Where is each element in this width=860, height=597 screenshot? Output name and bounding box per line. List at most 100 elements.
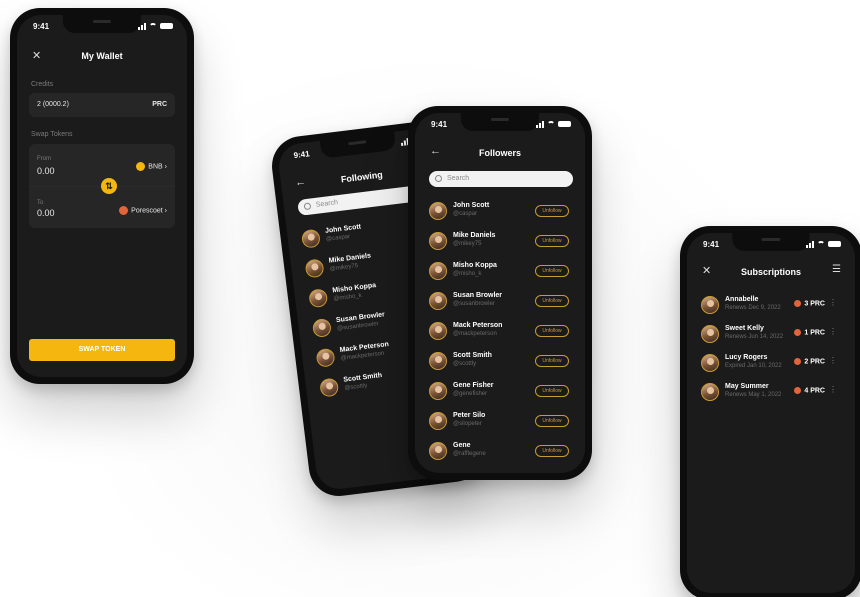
subscription-amount: 3 PRC xyxy=(794,300,825,307)
subscriptions-phone: 9:41 ✕ Subscriptions ☰ Annabelle Renews D… xyxy=(680,226,860,597)
renewal-note: Renews Dec 9, 2022 xyxy=(725,305,781,311)
subscriber-name: Sweet Kelly xyxy=(725,325,764,332)
unfollow-button[interactable]: Unfollow xyxy=(535,325,569,337)
avatar xyxy=(701,296,719,314)
credits-label: Credits xyxy=(31,81,54,88)
from-label: From xyxy=(37,156,51,162)
avatar xyxy=(429,382,447,400)
list-item: Mack Peterson @mackpeterson Unfollow xyxy=(429,319,573,345)
status-time: 9:41 xyxy=(431,119,448,129)
avatar xyxy=(429,262,447,280)
search-placeholder: Search xyxy=(315,199,339,209)
credits-currency: PRC xyxy=(152,101,167,108)
swap-direction-button[interactable]: ⇅ xyxy=(101,178,117,194)
to-token: Porescoet xyxy=(131,207,163,215)
user-handle: @mikey75 xyxy=(453,241,482,247)
list-item: Peter Silo @silopeter Unfollow xyxy=(429,409,573,435)
list-item[interactable]: Lucy Rogers Expired Jan 10, 2022 2 PRC ⋮ xyxy=(701,351,843,377)
avatar xyxy=(429,292,447,310)
from-token-selector[interactable]: BNB › xyxy=(136,162,167,171)
user-name: Susan Browler xyxy=(453,292,503,299)
subscription-amount: 4 PRC xyxy=(794,387,825,394)
avatar xyxy=(300,228,321,249)
unfollow-button[interactable]: Unfollow xyxy=(535,205,569,217)
list-item[interactable]: Annabelle Renews Dec 9, 2022 3 PRC ⋮ xyxy=(701,293,843,319)
from-amount[interactable]: 0.00 xyxy=(37,166,55,176)
renewal-note: Renews May 1, 2022 xyxy=(725,392,782,398)
avatar xyxy=(311,317,332,339)
amount-text: 2 PRC xyxy=(804,358,825,366)
user-name: Scott Smith xyxy=(453,352,492,359)
unfollow-button[interactable]: Unfollow xyxy=(535,295,569,307)
unfollow-button[interactable]: Unfollow xyxy=(535,355,569,367)
list-item: Gene @rafflegene Unfollow xyxy=(429,439,573,465)
credits-value: 2 (0000.2) xyxy=(37,101,69,108)
search-placeholder: Search xyxy=(447,175,470,182)
credits-card: 2 (0000.2) PRC xyxy=(29,93,175,117)
list-item: Misho Koppa @misho_k Unfollow xyxy=(429,259,573,285)
list-item: Susan Browler @susanbrowler Unfollow xyxy=(429,289,573,315)
expired-note: Expired Jan 10, 2022 xyxy=(725,363,782,369)
wallet-title: My Wallet xyxy=(81,51,123,61)
swap-token-button[interactable]: SWAP TOKEN xyxy=(29,339,175,361)
unfollow-button[interactable]: Unfollow xyxy=(535,385,569,397)
avatar xyxy=(429,232,447,250)
avatar xyxy=(429,412,447,430)
token-coin-icon xyxy=(119,206,129,215)
user-handle: @caspar xyxy=(325,233,351,243)
to-token-selector[interactable]: Porescoet › xyxy=(119,206,167,215)
status-bar: 9:41 xyxy=(703,239,841,249)
to-amount[interactable]: 0.00 xyxy=(37,208,55,218)
unfollow-button[interactable]: Unfollow xyxy=(535,445,569,457)
wifi-icon xyxy=(149,23,157,29)
user-handle: @misho_k xyxy=(453,271,482,277)
search-icon xyxy=(435,175,442,182)
subscriber-name: Lucy Rogers xyxy=(725,354,768,361)
avatar xyxy=(429,322,447,340)
list-item[interactable]: May Summer Renews May 1, 2022 4 PRC ⋮ xyxy=(701,380,843,406)
more-options-icon[interactable]: ⋮ xyxy=(829,327,837,336)
avatar xyxy=(701,325,719,343)
showcase-stage: 9:41 ✕ My Wallet Credits 2 (0000.2) PRC … xyxy=(0,0,860,597)
user-name: Mike Daniels xyxy=(328,252,372,265)
avatar xyxy=(429,202,447,220)
more-options-icon[interactable]: ⋮ xyxy=(829,356,837,365)
avatar xyxy=(304,258,325,279)
more-options-icon[interactable]: ⋮ xyxy=(829,385,837,394)
subscriber-name: May Summer xyxy=(725,383,769,390)
bnb-coin-icon xyxy=(136,162,146,171)
user-handle: @genefisher xyxy=(453,391,488,397)
unfollow-button[interactable]: Unfollow xyxy=(535,235,569,247)
more-options-icon[interactable]: ⋮ xyxy=(829,298,837,307)
unfollow-button[interactable]: Unfollow xyxy=(535,265,569,277)
renewal-note: Renews Jun 14, 2022 xyxy=(725,334,784,340)
user-handle: @mikey75 xyxy=(329,263,359,273)
list-item[interactable]: Sweet Kelly Renews Jun 14, 2022 1 PRC ⋮ xyxy=(701,322,843,348)
user-name: Mack Peterson xyxy=(453,322,503,329)
from-token: BNB xyxy=(148,163,163,171)
user-name: Misho Koppa xyxy=(332,282,377,295)
followers-title: Followers xyxy=(478,148,521,158)
avatar xyxy=(701,383,719,401)
subscription-amount: 1 PRC xyxy=(794,329,825,336)
avatar xyxy=(308,288,329,309)
status-time: 9:41 xyxy=(293,148,311,160)
amount-text: 4 PRC xyxy=(804,387,825,395)
search-input[interactable]: Search xyxy=(429,171,573,187)
followers-screen: 9:41 ← Followers Search John Scott @caspa… xyxy=(415,113,585,473)
battery-icon xyxy=(160,23,173,29)
user-name: John Scott xyxy=(324,223,362,235)
battery-icon xyxy=(828,241,841,247)
subscriptions-screen: 9:41 ✕ Subscriptions ☰ Annabelle Renews D… xyxy=(687,233,855,593)
avatar xyxy=(701,354,719,372)
to-label: To xyxy=(37,200,44,206)
subscriber-name: Annabelle xyxy=(725,296,759,303)
amount-text: 1 PRC xyxy=(804,329,825,337)
user-handle: @silopeter xyxy=(453,421,482,427)
token-coin-icon xyxy=(794,329,802,336)
avatar xyxy=(429,442,447,460)
status-time: 9:41 xyxy=(703,239,720,249)
menu-icon[interactable]: ☰ xyxy=(832,264,841,275)
unfollow-button[interactable]: Unfollow xyxy=(535,415,569,427)
status-bar: 9:41 xyxy=(431,119,571,129)
